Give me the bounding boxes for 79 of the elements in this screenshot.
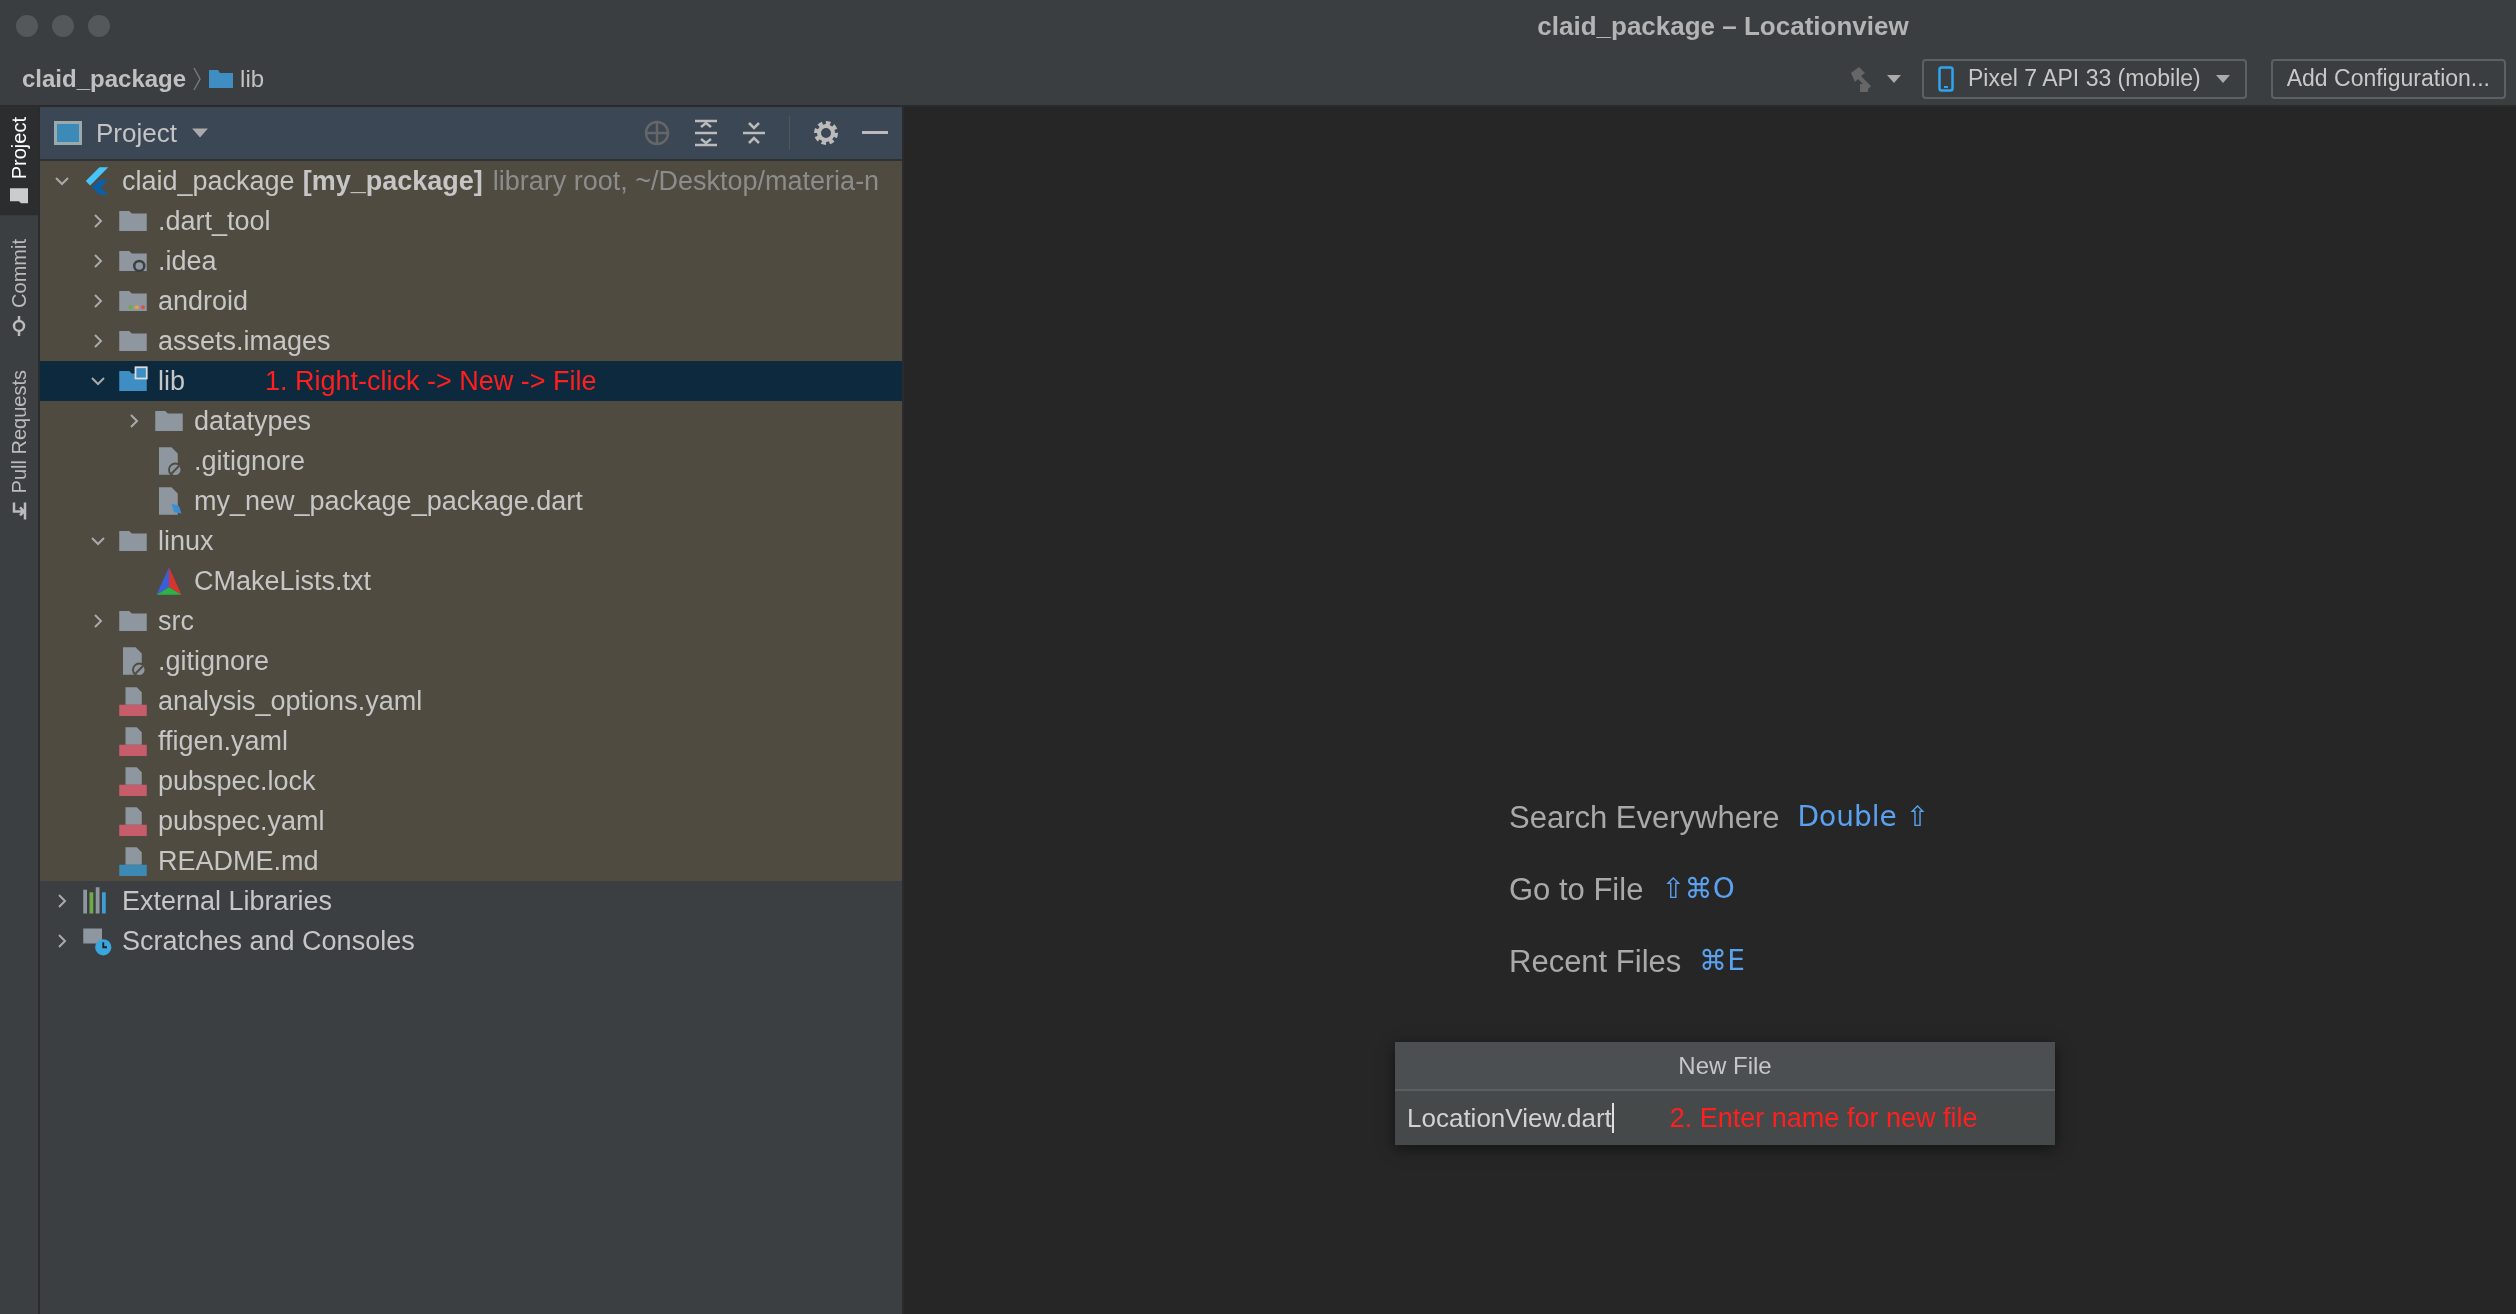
tree-item[interactable]: CMakeLists.txt	[40, 561, 902, 601]
tree-item[interactable]: pubspec.lock	[40, 761, 902, 801]
tree-item[interactable]: ffigen.yaml	[40, 721, 902, 761]
tree-item-label: src	[158, 605, 194, 637]
clock-icon	[82, 926, 112, 956]
tree-item[interactable]: .idea	[40, 241, 902, 281]
tree-item-label: Scratches and Consoles	[122, 925, 415, 957]
folder-icon	[9, 187, 29, 206]
file-name-field[interactable]: LocationView.dart	[1395, 1091, 1614, 1145]
file-icon	[118, 846, 148, 876]
caret-icon[interactable]	[1886, 73, 1903, 84]
tool-window-tab[interactable]: Pull Requests	[0, 360, 38, 532]
tree-item[interactable]: README.md	[40, 841, 902, 881]
dialog-title: New File	[1678, 1051, 1772, 1080]
tree-item-label: .dart_tool	[158, 205, 271, 237]
tree-item-label: CMakeLists.txt	[194, 565, 372, 597]
tool-window-tab[interactable]: Project	[0, 107, 38, 216]
tree-item-label: .gitignore	[194, 445, 306, 477]
tree-item-label: datatypes	[194, 405, 312, 437]
file-icon	[118, 766, 148, 796]
triangle-icon	[154, 566, 184, 596]
tree-item[interactable]: analysis_options.yaml	[40, 681, 902, 721]
file-icon	[118, 726, 148, 756]
shortcut: ⌘E	[1699, 944, 1745, 977]
tree-item[interactable]: .gitignore	[40, 441, 902, 481]
caret-icon	[2214, 73, 2231, 84]
annotation: 2. Enter name for new file	[1669, 1102, 1978, 1134]
panel-title: Project	[96, 117, 177, 149]
tree-item[interactable]: pubspec.yaml	[40, 801, 902, 841]
tree-item[interactable]: datatypes	[40, 401, 902, 441]
tree-item[interactable]: linux	[40, 521, 902, 561]
device-dropdown[interactable]: Pixel 7 API 33 (mobile)	[1922, 58, 2247, 99]
tool-window-tab[interactable]: Commit	[0, 229, 38, 347]
tree-item-label: ffigen.yaml	[158, 725, 289, 757]
tree-item[interactable]: android	[40, 281, 902, 321]
root-path: library root, ~/Desktop/materia-n	[492, 165, 880, 197]
breadcrumb-item[interactable]: claid_package	[22, 64, 187, 93]
window-icon	[54, 121, 82, 145]
folder-icon	[208, 68, 235, 89]
tree-item-label: .gitignore	[158, 645, 270, 677]
tree-item-label: lib	[158, 365, 185, 397]
expand-all-icon[interactable]	[693, 119, 719, 147]
minimize-icon[interactable]	[862, 130, 888, 136]
tree-item-label: pubspec.lock	[158, 765, 316, 797]
tree-item-label: linux	[158, 525, 214, 557]
tree-item-label: pubspec.yaml	[158, 805, 325, 837]
file-icon	[118, 806, 148, 836]
tree-item[interactable]: src	[40, 601, 902, 641]
tree-item-label: claid_package	[122, 165, 295, 197]
tree-item[interactable]: lib 1. Right-click -> New -> File	[40, 361, 902, 401]
tree-item[interactable]: assets.images	[40, 321, 902, 361]
tree-item-label: my_new_package_package.dart	[194, 485, 583, 517]
settings-icon[interactable]	[812, 119, 840, 147]
tree-item-label: .idea	[158, 245, 217, 277]
annotation: 1. Right-click -> New -> File	[265, 365, 597, 397]
tree-item[interactable]: my_new_package_package.dart	[40, 481, 902, 521]
tree-item-label: assets.images	[158, 325, 331, 357]
tree-item[interactable]: Scratches and Consoles	[40, 921, 902, 961]
shortcut: ⇧⌘O	[1661, 872, 1735, 905]
tree-item[interactable]: claid_package [my_package] library root, ~/Desktop/materia-n	[40, 161, 902, 201]
tree-item-label: android	[158, 285, 249, 317]
tree-item-label: README.md	[158, 845, 319, 877]
tree-item[interactable]: External Libraries	[40, 881, 902, 921]
shortcut: Double ⇧	[1797, 800, 1930, 833]
tree-item[interactable]: .dart_tool	[40, 201, 902, 241]
caret-icon[interactable]	[190, 127, 209, 139]
add-configuration-button[interactable]: Add Configuration...	[2270, 58, 2506, 99]
module-name: [my_package]	[302, 165, 483, 197]
hint-label: Search Everywhere	[1509, 800, 1780, 836]
hint-label: Recent Files	[1509, 944, 1682, 980]
phone-icon	[1938, 65, 1955, 92]
hint-label: Go to File	[1509, 872, 1644, 908]
file-icon	[118, 686, 148, 716]
chevron-separator-icon	[192, 65, 203, 92]
tree-item-label: analysis_options.yaml	[158, 685, 423, 717]
window-title: claid_package – Locationview	[1537, 10, 1909, 41]
tree-item[interactable]: .gitignore	[40, 641, 902, 681]
breadcrumb-item[interactable]: lib	[240, 64, 265, 93]
tree-item-label: External Libraries	[122, 885, 333, 917]
